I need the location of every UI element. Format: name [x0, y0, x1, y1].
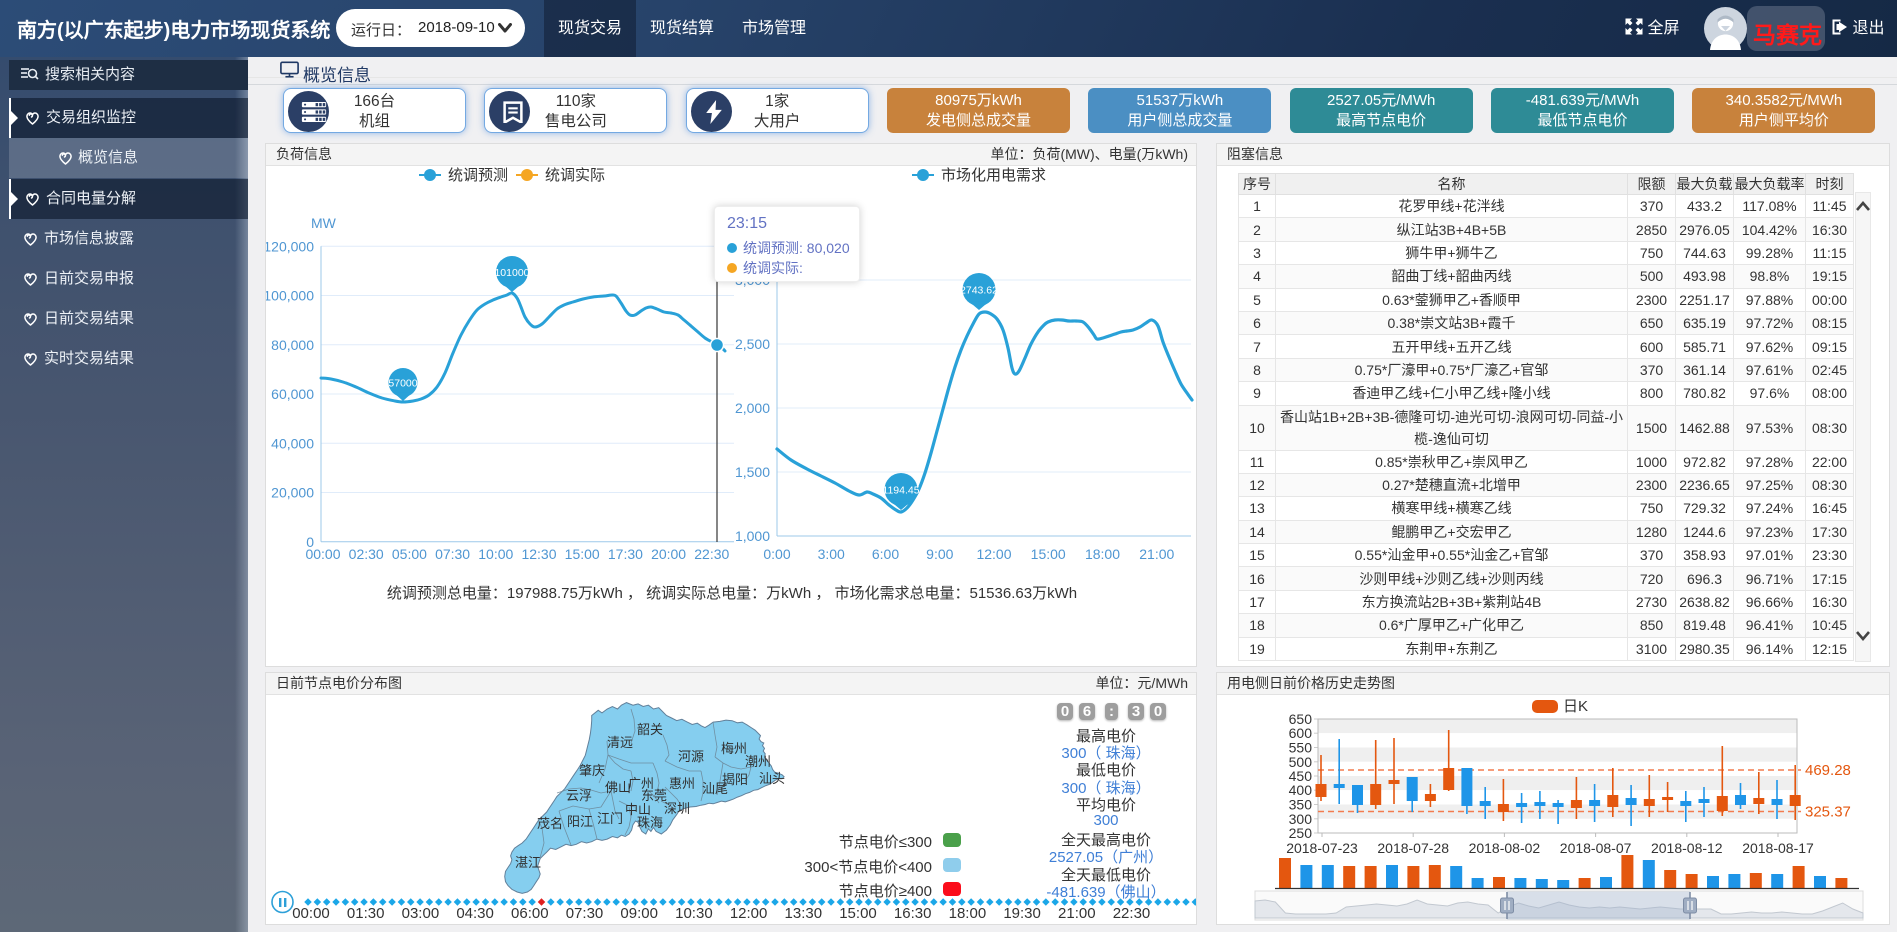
svg-text:07:30: 07:30	[566, 905, 604, 922]
svg-text:6:00: 6:00	[872, 546, 899, 562]
svg-text:统调预测总电量：197988.75万kWh ， 统调实际总: 统调预测总电量：197988.75万kWh ， 统调实际总电量：万kWh ， 市…	[387, 585, 1077, 602]
svg-text:3:00: 3:00	[818, 546, 845, 562]
svg-text:05:00: 05:00	[392, 546, 427, 562]
svg-text:茂名: 茂名	[537, 816, 563, 831]
svg-text:13:30: 13:30	[785, 905, 823, 922]
svg-text:汕头: 汕头	[759, 771, 785, 786]
svg-text:00:00: 00:00	[305, 546, 340, 562]
svg-text:40,000: 40,000	[271, 435, 314, 451]
svg-text:325.37: 325.37	[1805, 804, 1851, 821]
svg-text:100,000: 100,000	[266, 288, 314, 304]
svg-text:深圳: 深圳	[664, 801, 690, 816]
svg-text:18:00: 18:00	[1085, 546, 1120, 562]
svg-text:06:00: 06:00	[511, 905, 549, 922]
svg-text:01:30: 01:30	[347, 905, 385, 922]
svg-text:101000: 101000	[494, 267, 529, 279]
svg-text:00:00: 00:00	[292, 905, 330, 922]
svg-text:2018-08-12: 2018-08-12	[1651, 840, 1723, 856]
svg-text:1194.45: 1194.45	[882, 485, 919, 497]
svg-text:22:30: 22:30	[694, 546, 729, 562]
svg-text:2,000: 2,000	[735, 400, 770, 416]
svg-text:河源: 河源	[678, 749, 704, 764]
svg-text:2743.62: 2743.62	[960, 285, 998, 297]
svg-text:07:30: 07:30	[435, 546, 470, 562]
svg-text:江门: 江门	[597, 811, 623, 826]
svg-text:统调预测: 统调预测	[448, 167, 508, 184]
svg-text:清远: 清远	[607, 735, 633, 750]
svg-text:梅州: 梅州	[721, 741, 747, 756]
svg-text:潮州: 潮州	[745, 754, 771, 769]
svg-text:佛山: 佛山	[605, 780, 631, 795]
svg-text:03:00: 03:00	[402, 905, 440, 922]
svg-text:云浮: 云浮	[566, 788, 592, 803]
svg-text:肇庆: 肇庆	[579, 763, 605, 778]
svg-text:80,000: 80,000	[271, 337, 314, 353]
svg-text:1,500: 1,500	[735, 464, 770, 480]
svg-text:10:30: 10:30	[675, 905, 713, 922]
svg-text:2,500: 2,500	[735, 336, 770, 352]
svg-text:9:00: 9:00	[926, 546, 953, 562]
svg-text:120,000: 120,000	[266, 238, 314, 254]
svg-text:2018-08-17: 2018-08-17	[1742, 840, 1814, 856]
svg-text:60,000: 60,000	[271, 386, 314, 402]
svg-text:18:00: 18:00	[949, 905, 987, 922]
svg-text:22:30: 22:30	[1113, 905, 1151, 922]
svg-text:15:00: 15:00	[565, 546, 600, 562]
svg-text:17:30: 17:30	[608, 546, 643, 562]
svg-text:2018-08-02: 2018-08-02	[1469, 840, 1541, 856]
svg-text:250: 250	[1289, 825, 1313, 841]
svg-text:日K: 日K	[1563, 698, 1588, 715]
svg-text:惠州: 惠州	[669, 776, 695, 791]
svg-text:MW: MW	[311, 215, 337, 231]
svg-text:20,000: 20,000	[271, 485, 314, 501]
svg-text:1,000: 1,000	[735, 528, 770, 544]
svg-text:04:30: 04:30	[456, 905, 494, 922]
svg-text:02:30: 02:30	[349, 546, 384, 562]
svg-text:2018-07-23: 2018-07-23	[1286, 840, 1358, 856]
svg-text:21:00: 21:00	[1139, 546, 1174, 562]
svg-text:15:00: 15:00	[839, 905, 877, 922]
svg-text:20:00: 20:00	[651, 546, 686, 562]
svg-text:21:00: 21:00	[1058, 905, 1096, 922]
svg-text:0:00: 0:00	[763, 546, 790, 562]
svg-text:12:00: 12:00	[730, 905, 768, 922]
svg-text:湛江: 湛江	[515, 855, 541, 870]
svg-text:19:30: 19:30	[1003, 905, 1041, 922]
svg-text:阳江: 阳江	[567, 814, 593, 829]
svg-text:珠海: 珠海	[637, 815, 663, 830]
svg-text:469.28: 469.28	[1805, 762, 1851, 779]
svg-text:10:00: 10:00	[478, 546, 513, 562]
svg-text:15:00: 15:00	[1031, 546, 1066, 562]
svg-text:2018-07-28: 2018-07-28	[1377, 840, 1449, 856]
svg-text:16:30: 16:30	[894, 905, 932, 922]
svg-text:2018-08-07: 2018-08-07	[1560, 840, 1632, 856]
svg-text:市场化用电需求: 市场化用电需求	[941, 167, 1046, 184]
svg-text:12:00: 12:00	[976, 546, 1011, 562]
svg-text:57000: 57000	[388, 378, 417, 390]
svg-text:汕尾: 汕尾	[702, 781, 728, 796]
svg-text:12:30: 12:30	[521, 546, 556, 562]
svg-text:09:00: 09:00	[620, 905, 658, 922]
svg-text:韶关: 韶关	[637, 722, 663, 737]
svg-text:统调实际: 统调实际	[545, 167, 605, 184]
